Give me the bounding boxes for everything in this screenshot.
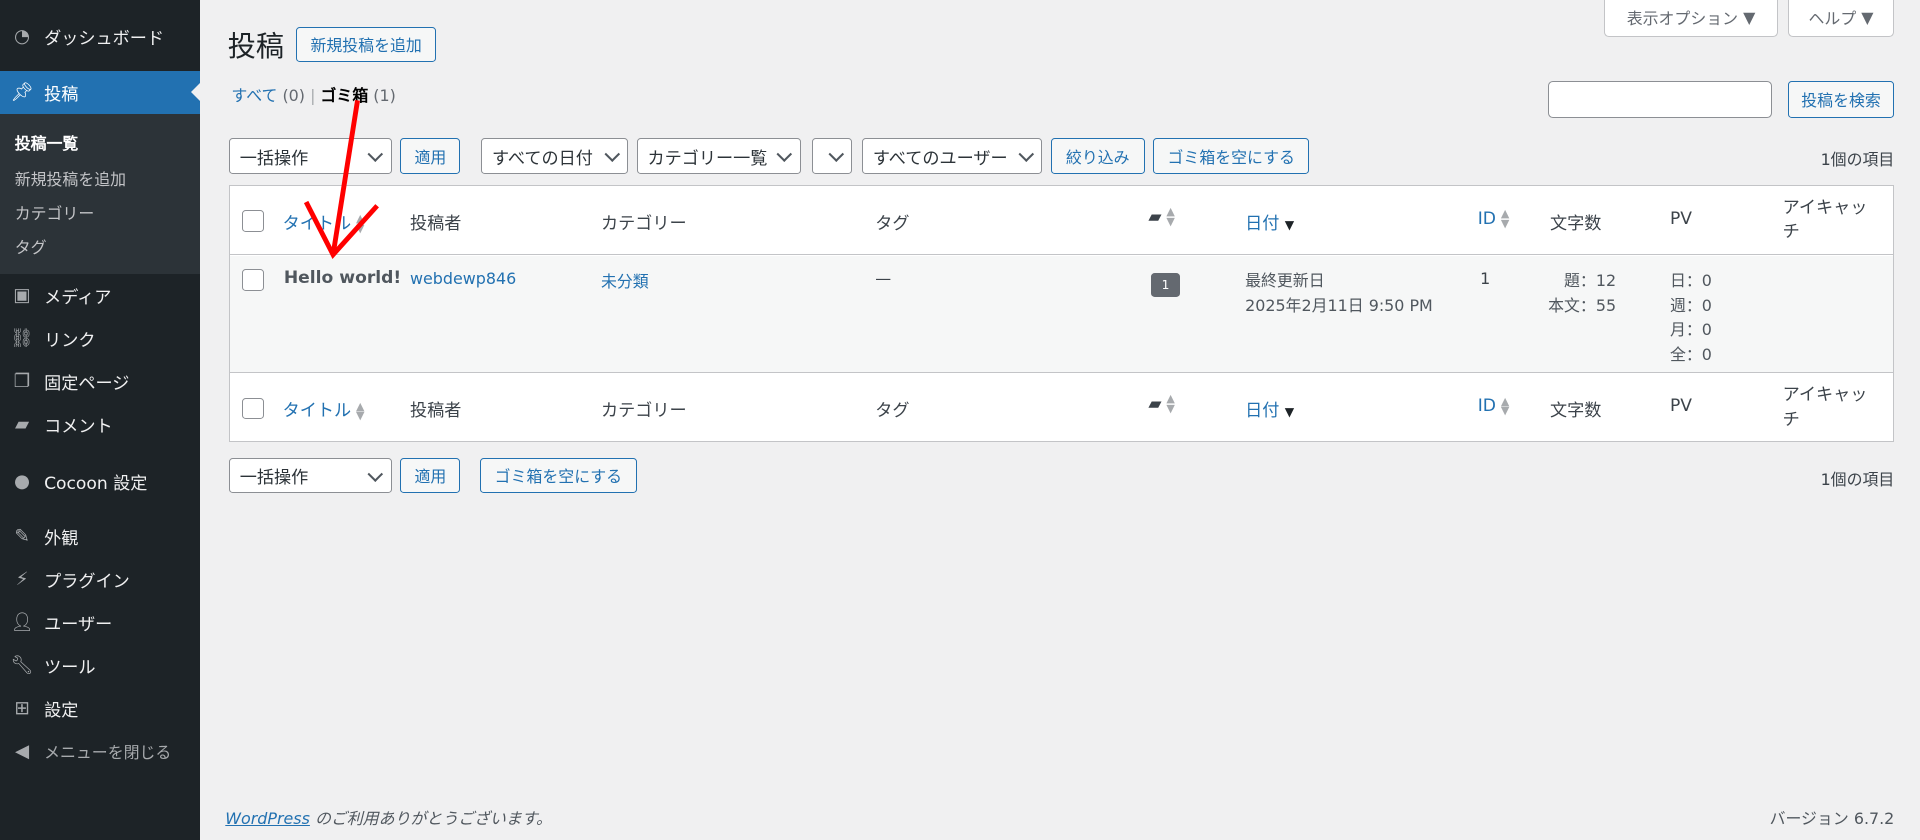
red-arrow-annotation — [303, 100, 379, 259]
